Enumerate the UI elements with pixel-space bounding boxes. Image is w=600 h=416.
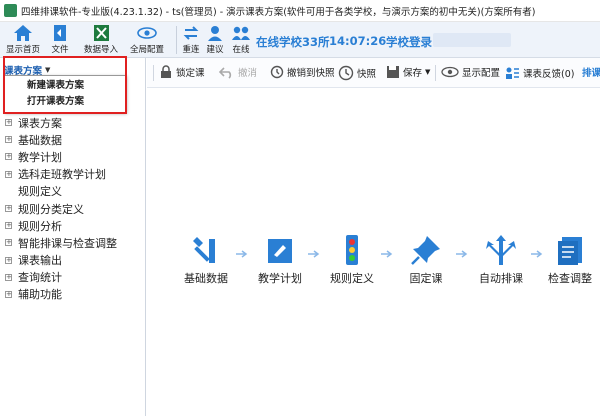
- undo-icon: [219, 67, 232, 79]
- flow-step-teaching-plan[interactable]: 教学计划: [250, 233, 310, 286]
- flow-step-check-adjust[interactable]: 检查调整: [540, 233, 600, 286]
- lock-icon: [161, 65, 171, 78]
- app-logo-icon: [4, 4, 17, 17]
- school-login-link[interactable]: 学校登录: [386, 34, 432, 50]
- flow-step-auto-schedule[interactable]: 自动排课: [471, 233, 531, 286]
- plan-icon: [268, 239, 292, 263]
- display-config-button[interactable]: 显示配置: [441, 65, 500, 79]
- revert-snapshot-icon: [270, 65, 284, 79]
- data-import-button[interactable]: 数据导入: [84, 24, 118, 55]
- file-menu-button[interactable]: 文件: [50, 24, 70, 55]
- chevron-down-icon[interactable]: ▼: [45, 66, 50, 74]
- main-toolbar: 锁定课 撤消 撤销到快照 快照 保存 ▼ 显示配置 课表反馈(0) 排课: [147, 58, 600, 88]
- pin-icon: [411, 236, 440, 265]
- feedback-icon: [506, 67, 519, 79]
- file-label: 文件: [51, 45, 69, 55]
- auto-schedule-icon: [486, 235, 516, 265]
- scheme-dropdown-menu: 新建课表方案 打开课表方案: [4, 75, 126, 113]
- global-config-button[interactable]: 全局配置: [130, 24, 164, 55]
- tree-item-smart-scheduling[interactable]: + 智能排课与检查调整: [5, 234, 117, 251]
- tree-item-elective-plan[interactable]: + 选科走班教学计划: [5, 166, 117, 183]
- tree-item-basic-data[interactable]: + 基础数据: [5, 131, 117, 148]
- lock-lesson-button[interactable]: 锁定课: [159, 65, 205, 79]
- workflow-area: 基础数据 教学计划 规则定义 固定课 自动排课 检查调整: [147, 88, 600, 416]
- title-bar: 四维排课软件-专业版(4.23.1.32) - ts(管理员) - 演示课表方案…: [0, 0, 600, 22]
- expand-icon[interactable]: +: [5, 153, 12, 161]
- undo-button[interactable]: 撤消: [219, 65, 257, 79]
- flow-step-rule-definition[interactable]: 规则定义: [322, 233, 382, 286]
- tree-item-rule-definition[interactable]: 规则定义: [5, 183, 117, 200]
- show-home-button[interactable]: 显示首页: [6, 24, 40, 55]
- online-school-count: 在线学校33所: [256, 35, 330, 49]
- expand-icon[interactable]: +: [5, 136, 12, 144]
- reconnect-icon: [183, 26, 199, 40]
- check-document-icon: [558, 237, 582, 265]
- tree-item-timetable-output[interactable]: + 课表输出: [5, 252, 117, 269]
- flow-step-fixed-lesson[interactable]: 固定课: [396, 233, 456, 286]
- snapshot-icon: [338, 65, 354, 81]
- suggest-icon: [208, 26, 222, 41]
- tree-item-aux-functions[interactable]: + 辅助功能: [5, 286, 117, 303]
- window-title: 四维排课软件-专业版(4.23.1.32) - ts(管理员) - 演示课表方案…: [21, 6, 536, 18]
- toolbar-divider: [435, 65, 436, 81]
- online-icon: [232, 26, 250, 40]
- tree-item-scheme[interactable]: + 课表方案: [5, 114, 117, 131]
- expand-icon[interactable]: +: [5, 170, 12, 178]
- traffic-light-icon: [346, 235, 358, 265]
- data-import-label: 数据导入: [84, 45, 119, 55]
- expand-icon[interactable]: +: [5, 119, 12, 127]
- scheduling-button[interactable]: 排课: [582, 65, 600, 79]
- expand-icon[interactable]: +: [5, 205, 12, 213]
- expand-icon[interactable]: +: [5, 239, 12, 247]
- flow-arrow-icon: [456, 250, 468, 258]
- suggest-button[interactable]: 建议: [206, 24, 224, 55]
- ribbon-divider: [176, 26, 177, 54]
- reconnect-button[interactable]: 重连: [182, 24, 200, 55]
- reconnect-label: 重连: [182, 45, 200, 55]
- expand-icon[interactable]: +: [5, 256, 12, 264]
- online-label: 在线: [232, 45, 250, 55]
- suggest-label: 建议: [206, 45, 224, 55]
- timetable-feedback-button[interactable]: 课表反馈(0): [504, 65, 574, 81]
- tree-item-teaching-plan[interactable]: + 教学计划: [5, 148, 117, 165]
- file-icon: [54, 25, 66, 41]
- tree-item-rule-analysis[interactable]: + 规则分析: [5, 217, 117, 234]
- global-config-label: 全局配置: [130, 45, 165, 55]
- toolbar-divider: [153, 65, 154, 81]
- nav-tree: + 课表方案 + 基础数据 + 教学计划 + 选科走班教学计划 规则定义 + 规则分类定义…: [5, 114, 117, 303]
- eye-icon: [137, 27, 157, 39]
- tree-item-query-stats[interactable]: + 查询统计: [5, 269, 117, 286]
- expand-icon[interactable]: +: [5, 222, 12, 230]
- revert-snapshot-button[interactable]: 撤销到快照: [270, 65, 335, 79]
- excel-import-icon: [94, 25, 109, 41]
- expand-icon[interactable]: +: [5, 273, 12, 281]
- online-button[interactable]: 在线: [231, 24, 251, 55]
- flow-arrow-icon: [308, 250, 320, 258]
- save-icon: [387, 66, 399, 78]
- expand-icon[interactable]: +: [5, 290, 12, 298]
- show-home-label: 显示首页: [6, 45, 41, 55]
- snapshot-button[interactable]: 快照: [338, 65, 376, 81]
- ribbon-toolbar: 显示首页 文件 数据导入 全局配置 重连 建议 在线 在线学校33所 14:07…: [0, 22, 600, 58]
- tree-item-rule-category[interactable]: + 规则分类定义: [5, 200, 117, 217]
- flow-arrow-icon: [236, 250, 248, 258]
- menu-item-new-scheme[interactable]: 新建课表方案: [5, 79, 125, 92]
- clock-time: 14:07:26: [329, 34, 387, 48]
- save-button[interactable]: 保存 ▼: [386, 65, 430, 79]
- save-dropdown-icon[interactable]: ▼: [425, 68, 430, 76]
- redacted-field: [433, 33, 511, 47]
- tools-icon: [193, 237, 215, 263]
- home-icon: [14, 25, 32, 41]
- flow-arrow-icon: [381, 250, 393, 258]
- flow-step-basic-data[interactable]: 基础数据: [176, 233, 236, 286]
- menu-item-open-scheme[interactable]: 打开课表方案: [5, 95, 125, 108]
- eye-icon: [441, 66, 459, 78]
